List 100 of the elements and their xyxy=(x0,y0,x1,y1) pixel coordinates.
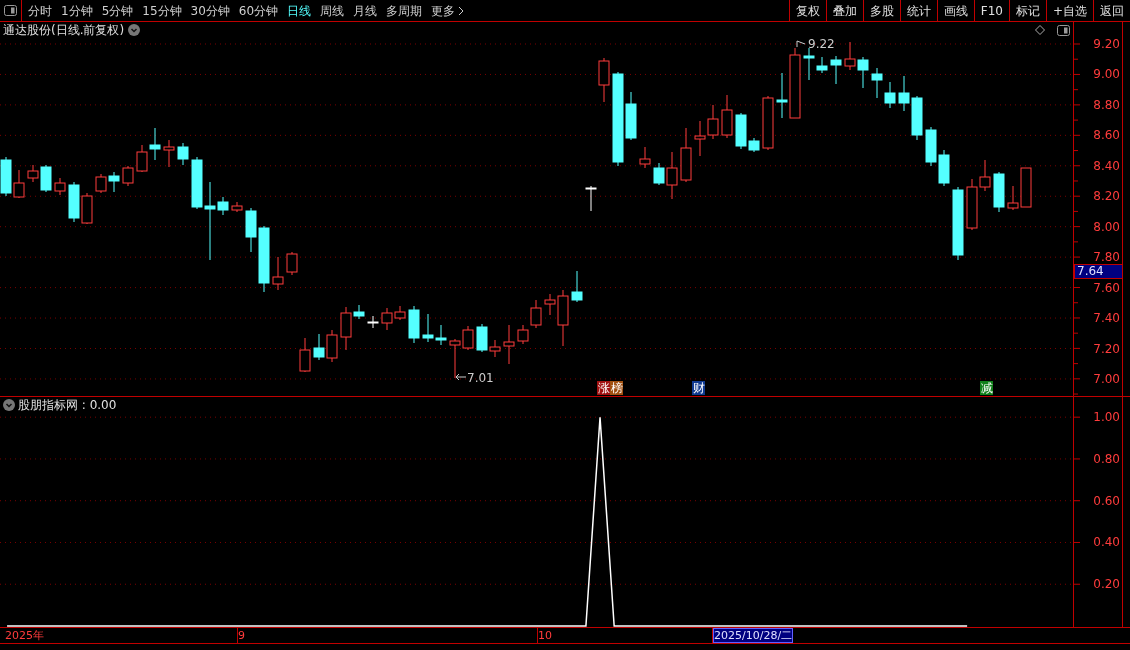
candlestick xyxy=(367,315,379,329)
price-axis-label: 7.60 xyxy=(1093,280,1120,295)
candlestick xyxy=(530,299,542,329)
period-tab[interactable]: 1分钟 xyxy=(61,1,93,20)
price-axis-label: 8.80 xyxy=(1093,97,1120,112)
arrow-icon xyxy=(796,40,806,48)
arrow-icon xyxy=(455,373,467,381)
time-axis-label: 9 xyxy=(238,629,245,642)
indicator-axis-label: 0.40 xyxy=(1093,535,1120,550)
price-axis-label: 7.80 xyxy=(1093,250,1120,265)
price-axis-label: 8.00 xyxy=(1093,219,1120,234)
candlestick xyxy=(503,324,515,365)
candlestick xyxy=(422,313,434,343)
dropdown-icon[interactable] xyxy=(128,24,141,36)
candlestick xyxy=(938,149,950,187)
candlestick xyxy=(925,126,937,167)
period-tab[interactable]: 分时 xyxy=(28,1,52,20)
candlestick xyxy=(286,251,298,276)
toolbar-button[interactable]: +自选 xyxy=(1045,0,1093,21)
indicator-axis-label: 0.80 xyxy=(1093,451,1120,466)
indicator-axis-label: 0.60 xyxy=(1093,493,1120,508)
candlestick xyxy=(884,81,896,109)
candlestick xyxy=(585,185,597,212)
candlestick xyxy=(13,169,25,199)
price-axis-label: 9.00 xyxy=(1093,67,1120,82)
toolbar-button[interactable]: 统计 xyxy=(899,0,937,21)
candlestick xyxy=(871,67,883,99)
candlestick xyxy=(95,173,107,194)
candlestick xyxy=(571,270,583,303)
indicator-axis-label: 0.20 xyxy=(1093,577,1120,592)
time-axis-label: 10 xyxy=(538,629,552,642)
price-axis-label: 8.40 xyxy=(1093,158,1120,173)
candlestick xyxy=(517,324,529,345)
candlestick xyxy=(993,171,1005,213)
candlestick xyxy=(81,192,93,225)
candlestick xyxy=(762,95,774,151)
candlestick xyxy=(0,156,12,197)
toolbar-button[interactable]: 标记 xyxy=(1008,0,1046,21)
candlestick xyxy=(54,177,66,196)
candlestick xyxy=(272,256,284,291)
candlestick xyxy=(299,337,311,373)
price-axis-label: 7.40 xyxy=(1093,311,1120,326)
price-axis-label: 7.00 xyxy=(1093,371,1120,386)
current-price-label: 7.64 xyxy=(1074,264,1123,279)
candlestick xyxy=(68,181,80,223)
chevron-right-icon xyxy=(458,5,465,16)
candlestick xyxy=(108,171,120,193)
candlestick xyxy=(911,95,923,141)
candlestick xyxy=(163,139,175,168)
candlestick xyxy=(680,127,692,183)
candlestick xyxy=(721,94,733,139)
event-tag[interactable]: 财 xyxy=(692,381,705,395)
period-tab[interactable]: 月线 xyxy=(353,1,378,20)
event-tag[interactable]: 涨 xyxy=(597,381,610,395)
high-price-label: 9.22 xyxy=(808,38,835,51)
candlestick xyxy=(830,55,842,85)
candlestick xyxy=(857,56,869,89)
event-tag[interactable]: 减 xyxy=(980,381,993,395)
dropdown-icon[interactable] xyxy=(3,399,15,411)
panel-toggle-icon[interactable] xyxy=(4,5,17,16)
period-tab[interactable]: 30分钟 xyxy=(190,1,230,20)
price-axis-label: 9.20 xyxy=(1093,37,1120,51)
toolbar-button[interactable]: 叠加 xyxy=(825,0,863,21)
toolbar-button[interactable]: F10 xyxy=(973,0,1009,21)
indicator-axis-label: 1.00 xyxy=(1093,410,1120,425)
candlestick xyxy=(136,144,148,173)
period-tab[interactable]: 日线 xyxy=(287,1,312,20)
indicator-title: 股朋指标网 : 0.00 xyxy=(18,397,117,414)
toolbar-button[interactable]: 返回 xyxy=(1093,0,1130,21)
period-tab[interactable]: 更多 xyxy=(431,1,465,20)
toolbar-button[interactable]: 多股 xyxy=(862,0,900,21)
candlestick xyxy=(435,324,447,346)
candlestick xyxy=(639,146,651,169)
candlestick xyxy=(177,142,189,166)
event-tag[interactable]: 榜 xyxy=(610,381,623,395)
low-price-label: 7.01 xyxy=(467,371,494,385)
candlestick xyxy=(231,201,243,213)
period-tab[interactable]: 60分钟 xyxy=(238,1,279,20)
candlestick xyxy=(707,104,719,140)
price-axis-label: 8.20 xyxy=(1093,189,1120,204)
candlestick xyxy=(694,120,706,157)
period-tab[interactable]: 多周期 xyxy=(386,1,423,20)
diamond-icon[interactable] xyxy=(1035,25,1045,35)
price-axis-label: 7.20 xyxy=(1093,341,1120,356)
toolbar-button[interactable]: 画线 xyxy=(936,0,974,21)
candlestick xyxy=(408,305,420,344)
chart-title: 通达股份(日线.前复权) xyxy=(3,22,125,39)
time-axis-label: 2025/10/28/二 xyxy=(713,628,794,643)
panel-toggle-icon[interactable] xyxy=(1057,24,1070,36)
period-tab[interactable]: 15分钟 xyxy=(142,1,182,20)
candlestick xyxy=(313,333,325,361)
candlestick xyxy=(149,127,161,161)
candlestick xyxy=(122,165,134,187)
period-tab[interactable]: 5分钟 xyxy=(101,1,134,20)
candlestick xyxy=(326,329,338,363)
time-axis-label: 2025年 xyxy=(5,629,44,642)
candlestick xyxy=(898,75,910,112)
toolbar-button[interactable]: 复权 xyxy=(788,0,826,21)
price-axis-label: 8.60 xyxy=(1093,128,1120,143)
period-tab[interactable]: 周线 xyxy=(320,1,345,20)
